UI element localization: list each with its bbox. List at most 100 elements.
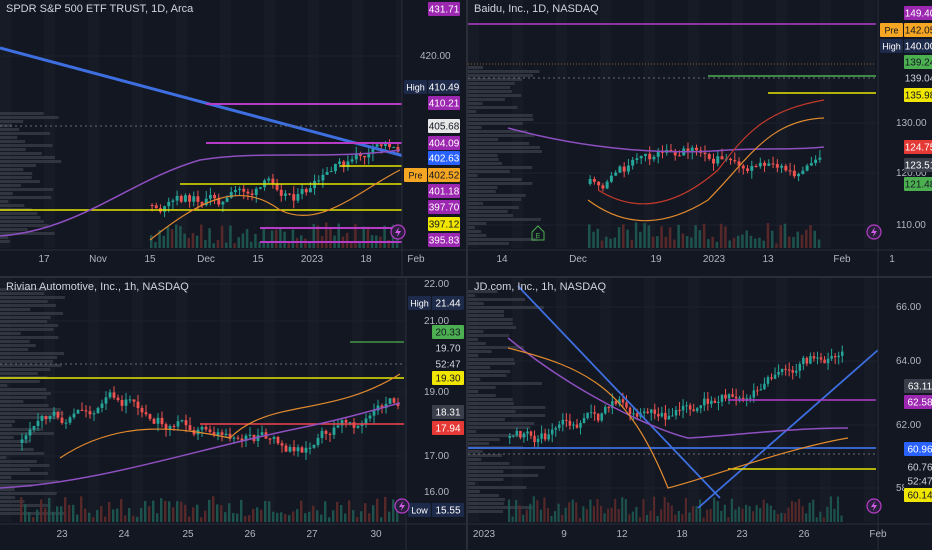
candle-body (792, 170, 796, 177)
jd-chart-canvas[interactable]: 66.0064.0062.0058.0063.1162.5860.9660.76… (468, 278, 932, 550)
candle-body (188, 195, 192, 202)
volume-bar (709, 508, 712, 522)
volume-bar (688, 512, 691, 522)
candle-body (771, 163, 775, 165)
candle-body (738, 397, 741, 399)
pane-divider-vertical[interactable] (466, 0, 468, 550)
pane-divider-horizontal[interactable] (0, 276, 932, 278)
candle-body (312, 444, 316, 448)
candle-body (48, 415, 52, 420)
session-bands (0, 0, 407, 248)
session-band (308, 0, 319, 248)
volume-bar (48, 497, 51, 522)
volume-bar (348, 500, 351, 522)
volume-profile-bar (468, 302, 484, 305)
volume-bar (170, 229, 174, 248)
volume-profile-bar (0, 396, 47, 399)
volume-bar (677, 224, 680, 248)
volume-bar (840, 515, 843, 522)
volume-profile-bar (0, 132, 51, 135)
candle-body (128, 399, 132, 401)
candle-body (320, 430, 324, 438)
volume-bar (308, 511, 311, 522)
volume-profile-bar (468, 310, 505, 313)
volume-profile-bar (468, 238, 538, 241)
volume-bar (664, 236, 668, 248)
volume-profile-bar (468, 418, 505, 421)
volume-profile-bar (0, 304, 56, 307)
candle-body (677, 155, 681, 157)
volume-profile-bar (0, 328, 54, 331)
volume-bar (72, 504, 75, 522)
candle-body (575, 424, 579, 428)
volume-bar (734, 509, 737, 522)
volume-bar (100, 506, 103, 522)
moving-average (597, 99, 825, 205)
session-band (176, 0, 187, 248)
session-band (820, 0, 831, 248)
volume-bar (836, 496, 840, 522)
candle-body (196, 196, 200, 202)
rivian-chart-canvas[interactable]: 22.0021.0019.0017.0016.0021.44High20.331… (0, 278, 466, 550)
volume-bar (630, 239, 634, 248)
drawing-overlays (468, 23, 876, 222)
volume-bar (144, 500, 147, 522)
candle-body (167, 201, 171, 207)
volume-profile-bar (0, 196, 52, 199)
volume-profile-bar (0, 388, 47, 391)
candle-body (288, 447, 292, 452)
volume-profile-bar (0, 436, 14, 439)
volume-bar (605, 236, 608, 248)
volume-bar (638, 517, 641, 522)
volume-bar (288, 515, 291, 522)
volume-profile-bar (0, 188, 54, 191)
volume-bar (634, 222, 638, 248)
candle-body (749, 397, 752, 399)
volume-bar (358, 242, 361, 248)
volume-profile-bar (0, 148, 26, 151)
baidu-chart-canvas[interactable]: 130.00120.00110.00149.40142.05Pre140.00H… (468, 0, 932, 276)
volume-bar (150, 235, 153, 248)
candle-body (784, 368, 787, 370)
volume-profile-bar (468, 178, 522, 181)
volume-bar (511, 516, 514, 522)
volume-bar (702, 223, 706, 248)
candle-body (759, 389, 763, 391)
volume-bar (368, 513, 371, 522)
candle-body (787, 369, 791, 371)
price-badge-prefix-text: Low (411, 506, 428, 516)
candle-body (368, 415, 372, 419)
candle-body (519, 430, 522, 438)
volume-profile-bar (468, 158, 499, 161)
candle-body (674, 409, 678, 416)
time-axis-tick: 12 (616, 529, 628, 540)
volume-profile-bar (468, 98, 505, 101)
candle-body (526, 431, 529, 434)
volume-bar (112, 509, 115, 522)
volume-profile-bar (468, 202, 484, 205)
volume-bar (626, 229, 629, 248)
volume-bar (291, 229, 295, 248)
price-badge-value: 52:47 (435, 360, 460, 371)
chart-pane-baidu[interactable]: 130.00120.00110.00149.40142.05Pre140.00H… (468, 0, 932, 276)
volume-bar (792, 237, 795, 248)
chart-pane-jd[interactable]: 66.0064.0062.0058.0063.1162.5860.9660.76… (468, 278, 932, 550)
volume-bar (279, 228, 282, 248)
candle-body (540, 433, 543, 439)
spy-chart-canvas[interactable]: 420.00 431.71 410.49 High 410.21 405.68 404.09… (0, 0, 466, 276)
candle-body (171, 200, 175, 202)
drawing-overlays (0, 46, 405, 243)
volume-bar (325, 222, 328, 248)
candle-body (554, 427, 557, 430)
volume-bar (564, 507, 567, 522)
volume-bar (296, 509, 299, 522)
candle-body (763, 383, 766, 390)
chart-pane-spy[interactable]: 420.00 431.71 410.49 High 410.21 405.68 404.09… (0, 0, 466, 276)
price-axis-tick: 19.00 (424, 387, 449, 398)
candle-body (508, 436, 512, 438)
volume-profile-bar (468, 138, 499, 141)
chart-pane-rivian[interactable]: 22.00 21.00 19.00 17.00 16.00 21.44 High 20.33 1… (0, 278, 466, 550)
volume-profile-bar (0, 296, 65, 299)
volume-bar (237, 237, 240, 248)
volume-bar (539, 509, 542, 522)
